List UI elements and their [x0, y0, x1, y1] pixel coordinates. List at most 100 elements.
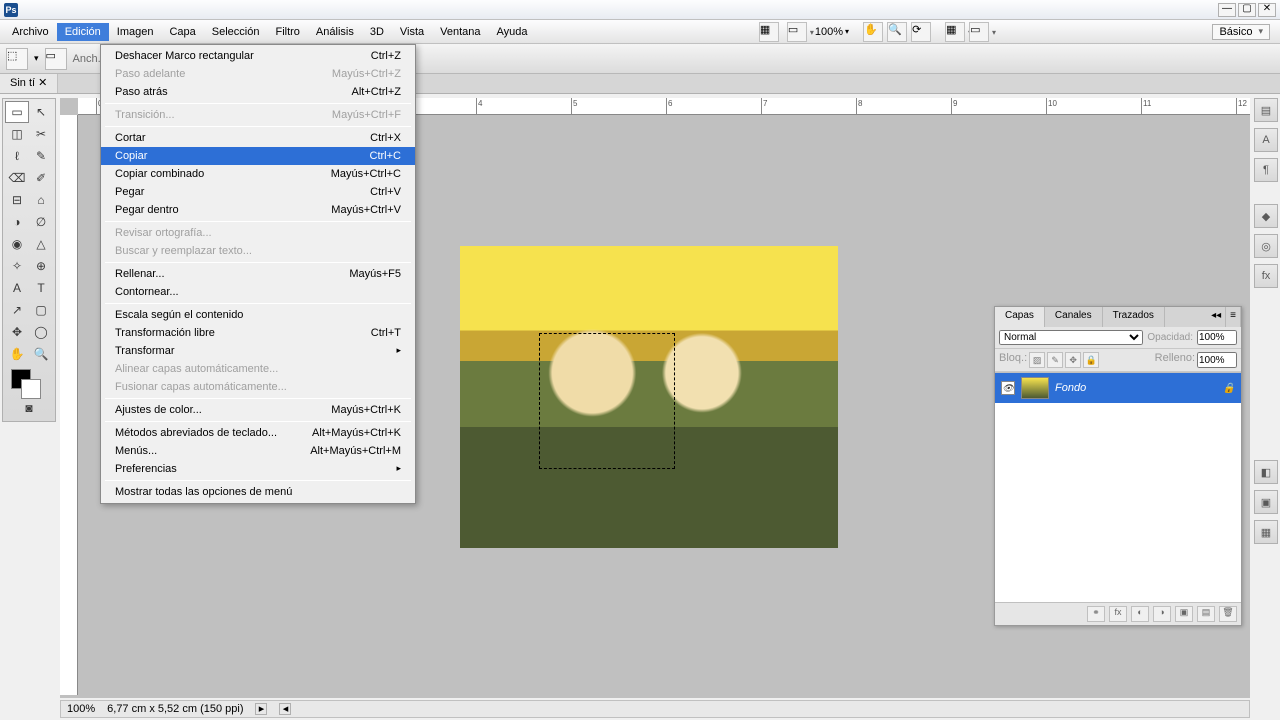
tool-21[interactable]: ◯ [29, 321, 53, 343]
blend-mode-select[interactable]: Normal [999, 330, 1143, 345]
lock-transparent-icon[interactable]: ▨ [1029, 352, 1045, 368]
menu-edición[interactable]: Edición [57, 23, 109, 41]
tab-layers[interactable]: Capas [995, 307, 1045, 327]
panel-icon-6[interactable]: fx [1254, 264, 1278, 288]
minimize-button[interactable]: — [1218, 3, 1236, 17]
close-button[interactable]: ✕ [1258, 3, 1276, 17]
menu-item-transformaci-n-libre[interactable]: Transformación libreCtrl+T [101, 324, 415, 342]
menu-item-escala-seg-n-el-contenido[interactable]: Escala según el contenido [101, 306, 415, 324]
menu-item-men-s-[interactable]: Menús...Alt+Mayús+Ctrl+M [101, 442, 415, 460]
layer-style-icon[interactable]: fx [1109, 606, 1127, 622]
tool-15[interactable]: ⊕ [29, 255, 53, 277]
tool-1[interactable]: ↖ [29, 101, 53, 123]
delete-layer-icon[interactable]: 🗑 [1219, 606, 1237, 622]
tool-4[interactable]: ℓ [5, 145, 29, 167]
panel-icon-9[interactable]: ▦ [1254, 520, 1278, 544]
layer-group-icon[interactable]: ▣ [1175, 606, 1193, 622]
rotate-icon[interactable]: ⟳ [911, 22, 931, 42]
arrange-docs-icon[interactable]: ▦▾ [945, 22, 965, 42]
tool-16[interactable]: A [5, 277, 29, 299]
new-layer-icon[interactable]: ▤ [1197, 606, 1215, 622]
panel-icon-4[interactable]: ◆ [1254, 204, 1278, 228]
menu-item-paso-atr-s[interactable]: Paso atrásAlt+Ctrl+Z [101, 83, 415, 101]
tool-8[interactable]: ⊟ [5, 189, 29, 211]
color-swatches[interactable] [5, 365, 53, 397]
tool-3[interactable]: ✂ [29, 123, 53, 145]
tool-10[interactable]: ◑ [5, 211, 29, 233]
opacity-input[interactable] [1197, 330, 1237, 345]
fill-input[interactable] [1197, 352, 1237, 368]
selection-mode-new[interactable]: ▭ [45, 48, 67, 70]
panel-menu-icon[interactable]: ≡ [1226, 307, 1241, 327]
menu-vista[interactable]: Vista [392, 23, 432, 41]
tool-7[interactable]: ✐ [29, 167, 53, 189]
menu-item-pegar-dentro[interactable]: Pegar dentroMayús+Ctrl+V [101, 201, 415, 219]
panel-icon-7[interactable]: ◧ [1254, 460, 1278, 484]
panel-icon-2[interactable]: A [1254, 128, 1278, 152]
tool-23[interactable]: 🔍 [29, 343, 53, 365]
layer-item[interactable]: 👁 Fondo 🔒 [995, 373, 1241, 403]
panel-icon-8[interactable]: ▣ [1254, 490, 1278, 514]
quick-mask-icon[interactable]: ◙ [5, 397, 53, 419]
background-color[interactable] [21, 379, 41, 399]
document-canvas[interactable] [460, 246, 838, 548]
menu-item-contornear-[interactable]: Contornear... [101, 283, 415, 301]
tool-0[interactable]: ▭ [5, 101, 29, 123]
panel-icon-5[interactable]: ◎ [1254, 234, 1278, 258]
layer-mask-icon[interactable]: ◐ [1131, 606, 1149, 622]
status-arrow-right[interactable]: ▸ [255, 703, 267, 715]
menu-3d[interactable]: 3D [362, 23, 392, 41]
tool-11[interactable]: ∅ [29, 211, 53, 233]
current-tool-icon[interactable]: ⬚ [6, 48, 28, 70]
tool-2[interactable]: ◫ [5, 123, 29, 145]
panel-icon-3[interactable]: ¶ [1254, 158, 1278, 182]
menu-item-cortar[interactable]: CortarCtrl+X [101, 129, 415, 147]
screen-icon[interactable]: ▭▾ [969, 22, 989, 42]
tool-5[interactable]: ✎ [29, 145, 53, 167]
document-tab[interactable]: Sin tí ✕ [0, 74, 58, 93]
menu-item-ajustes-de-color-[interactable]: Ajustes de color...Mayús+Ctrl+K [101, 401, 415, 419]
tool-18[interactable]: ↗ [5, 299, 29, 321]
menu-item-copiar-combinado[interactable]: Copiar combinadoMayús+Ctrl+C [101, 165, 415, 183]
launch-bridge-icon[interactable]: ▦ [759, 22, 779, 42]
tool-20[interactable]: ✥ [5, 321, 29, 343]
menu-item-pegar[interactable]: PegarCtrl+V [101, 183, 415, 201]
tool-19[interactable]: ▢ [29, 299, 53, 321]
menu-ventana[interactable]: Ventana [432, 23, 488, 41]
adjustment-layer-icon[interactable]: ◑ [1153, 606, 1171, 622]
menu-análisis[interactable]: Análisis [308, 23, 362, 41]
tab-paths[interactable]: Trazados [1103, 307, 1165, 327]
status-arrow-left[interactable]: ◂ [279, 703, 291, 715]
menu-ayuda[interactable]: Ayuda [489, 23, 536, 41]
menu-item-rellenar-[interactable]: Rellenar...Mayús+F5 [101, 265, 415, 283]
menu-item-mostrar-todas-las-opciones-de-men-[interactable]: Mostrar todas las opciones de menú [101, 483, 415, 501]
tool-12[interactable]: ◉ [5, 233, 29, 255]
panel-icon-1[interactable]: ▤ [1254, 98, 1278, 122]
panel-collapse-icon[interactable]: ◂◂ [1207, 307, 1226, 327]
lock-pixels-icon[interactable]: ✎ [1047, 352, 1063, 368]
status-zoom[interactable]: 100% [67, 703, 95, 715]
lock-position-icon[interactable]: ✥ [1065, 352, 1081, 368]
tab-channels[interactable]: Canales [1045, 307, 1103, 327]
tool-9[interactable]: ⌂ [29, 189, 53, 211]
lock-all-icon[interactable]: 🔒 [1083, 352, 1099, 368]
menu-selección[interactable]: Selección [204, 23, 268, 41]
workspace-selector[interactable]: Básico [1212, 24, 1270, 40]
menu-item-m-todos-abreviados-de-teclado-[interactable]: Métodos abreviados de teclado...Alt+Mayú… [101, 424, 415, 442]
menu-capa[interactable]: Capa [161, 23, 203, 41]
menu-imagen[interactable]: Imagen [109, 23, 162, 41]
menu-item-deshacer-marco-rectangular[interactable]: Deshacer Marco rectangularCtrl+Z [101, 47, 415, 65]
zoom-level[interactable]: 100% [815, 26, 843, 38]
tool-17[interactable]: T [29, 277, 53, 299]
tool-14[interactable]: ✧ [5, 255, 29, 277]
menu-archivo[interactable]: Archivo [4, 23, 57, 41]
menu-item-copiar[interactable]: CopiarCtrl+C [101, 147, 415, 165]
menu-item-transformar[interactable]: Transformar [101, 342, 415, 360]
tool-6[interactable]: ⌫ [5, 167, 29, 189]
link-layers-icon[interactable]: ⚭ [1087, 606, 1105, 622]
tool-13[interactable]: △ [29, 233, 53, 255]
screen-mode-icon[interactable]: ▭▾ [787, 22, 807, 42]
tool-22[interactable]: ✋ [5, 343, 29, 365]
menu-filtro[interactable]: Filtro [267, 23, 307, 41]
visibility-icon[interactable]: 👁 [1001, 381, 1015, 395]
